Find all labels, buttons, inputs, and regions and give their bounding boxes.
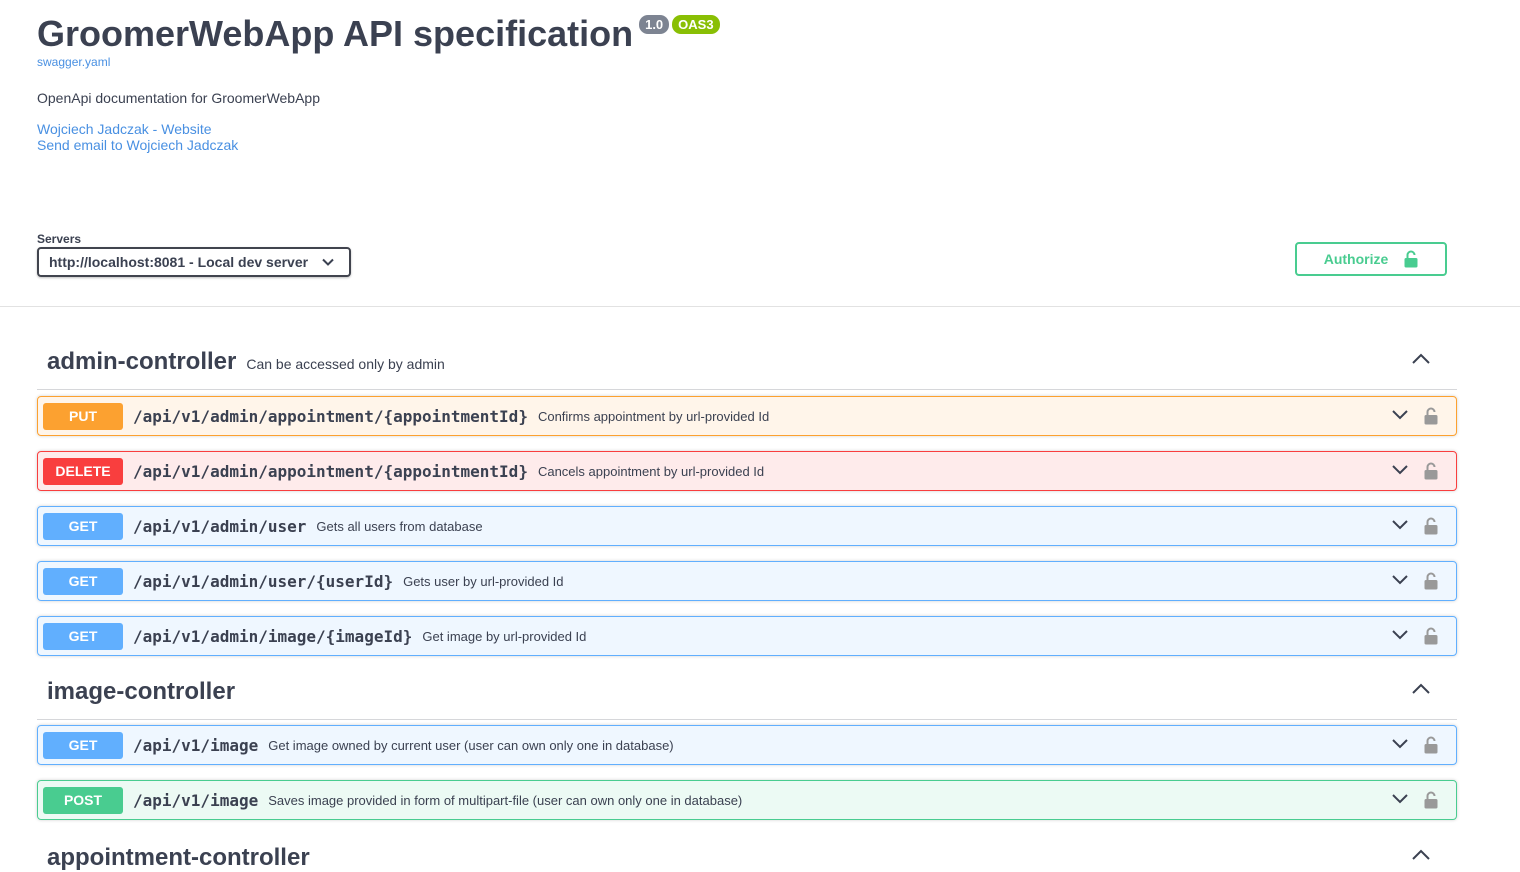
contact-email-link[interactable]: Send email to Wojciech Jadczak	[37, 137, 720, 153]
operation-path: /api/v1/admin/image/{imageId}	[133, 626, 413, 646]
servers-label: Servers	[37, 232, 82, 246]
operation-summary: Saves image provided in form of multipar…	[268, 792, 743, 808]
header-divider	[0, 306, 1520, 307]
chevron-down-icon[interactable]	[1391, 793, 1409, 805]
chevron-up-icon[interactable]	[1411, 683, 1431, 695]
lock-icon[interactable]	[1424, 407, 1438, 425]
authorize-button[interactable]: Authorize	[1295, 242, 1447, 276]
operation-summary: Cancels appointment by url-provided Id	[537, 463, 765, 479]
method-badge: GET	[43, 622, 123, 650]
authorize-label: Authorize	[1323, 251, 1389, 267]
operation-path: /api/v1/admin/appointment/{appointmentId…	[133, 461, 528, 481]
chevron-down-icon[interactable]	[1391, 409, 1409, 421]
chevron-up-icon[interactable]	[1411, 849, 1431, 861]
lock-icon[interactable]	[1424, 791, 1438, 809]
method-badge: POST	[43, 786, 123, 814]
tag-appointment-controller[interactable]: appointment-controller	[37, 830, 1457, 872]
server-select-value: http://localhost:8081 - Local dev server	[49, 254, 309, 270]
method-badge: DELETE	[43, 457, 123, 485]
operation-summary: Confirms appointment by url-provided Id	[537, 408, 770, 424]
chevron-up-icon[interactable]	[1411, 353, 1431, 365]
chevron-down-icon[interactable]	[1391, 574, 1409, 586]
contact-website-link[interactable]: Wojciech Jadczak - Website	[37, 121, 720, 137]
operation-path: /api/v1/admin/user/{userId}	[133, 571, 394, 591]
title-row: GroomerWebApp API specification 1.0 OAS3	[37, 12, 720, 56]
lock-icon	[1404, 250, 1418, 268]
operation-path: /api/v1/image	[133, 790, 259, 810]
chevron-down-icon[interactable]	[1391, 519, 1409, 531]
operation-path: /api/v1/admin/appointment/{appointmentId…	[133, 406, 528, 426]
tag-description: Can be accessed only by admin	[246, 355, 445, 372]
chevron-down-icon[interactable]	[1391, 629, 1409, 641]
version-badge: 1.0	[639, 15, 670, 34]
operation-summary: Gets user by url-provided Id	[403, 573, 564, 589]
lock-icon[interactable]	[1424, 736, 1438, 754]
operation-row[interactable]: GET /api/v1/admin/user/{userId} Gets use…	[37, 561, 1457, 601]
contact-links: Wojciech Jadczak - Website Send email to…	[37, 121, 720, 153]
api-description: OpenApi documentation for GroomerWebApp	[37, 90, 321, 106]
operation-summary: Get image by url-provided Id	[422, 628, 587, 644]
page-title: GroomerWebApp API specification	[37, 13, 634, 54]
chevron-down-icon[interactable]	[1391, 738, 1409, 750]
operation-summary: Gets all users from database	[316, 518, 483, 534]
tag-name: admin-controller	[47, 347, 237, 375]
tag-name: appointment-controller	[47, 844, 310, 871]
operation-summary: Get image owned by current user (user ca…	[268, 737, 674, 753]
operation-path: /api/v1/image	[133, 735, 259, 755]
server-select[interactable]: http://localhost:8081 - Local dev server	[37, 247, 351, 277]
method-badge: GET	[43, 731, 123, 759]
api-info: GroomerWebApp API specification 1.0 OAS3…	[37, 12, 720, 153]
chevron-down-icon[interactable]	[1391, 464, 1409, 476]
operation-row[interactable]: PUT /api/v1/admin/appointment/{appointme…	[37, 396, 1457, 436]
oas-badge: OAS3	[672, 15, 720, 34]
method-badge: GET	[43, 512, 123, 540]
operation-row[interactable]: POST /api/v1/image Saves image provided …	[37, 780, 1457, 820]
operation-row[interactable]: GET /api/v1/image Get image owned by cur…	[37, 725, 1457, 765]
lock-icon[interactable]	[1424, 572, 1438, 590]
tag-name: image-controller	[47, 677, 236, 705]
operation-path: /api/v1/admin/user	[133, 516, 307, 536]
servers-section: Servers http://localhost:8081 - Local de…	[37, 232, 351, 277]
operation-row[interactable]: GET /api/v1/admin/user Gets all users fr…	[37, 506, 1457, 546]
operation-row[interactable]: DELETE /api/v1/admin/appointment/{appoin…	[37, 451, 1457, 491]
lock-icon[interactable]	[1424, 627, 1438, 645]
method-badge: GET	[43, 567, 123, 595]
method-badge: PUT	[43, 402, 123, 430]
tag-image-controller[interactable]: image-controller	[37, 664, 1457, 720]
lock-icon[interactable]	[1424, 462, 1438, 480]
lock-icon[interactable]	[1424, 517, 1438, 535]
chevron-down-icon	[322, 258, 334, 266]
operation-row[interactable]: GET /api/v1/admin/image/{imageId} Get im…	[37, 616, 1457, 656]
tag-admin-controller[interactable]: admin-controller Can be accessed only by…	[37, 334, 1457, 390]
spec-file-link[interactable]: swagger.yaml	[37, 55, 720, 69]
